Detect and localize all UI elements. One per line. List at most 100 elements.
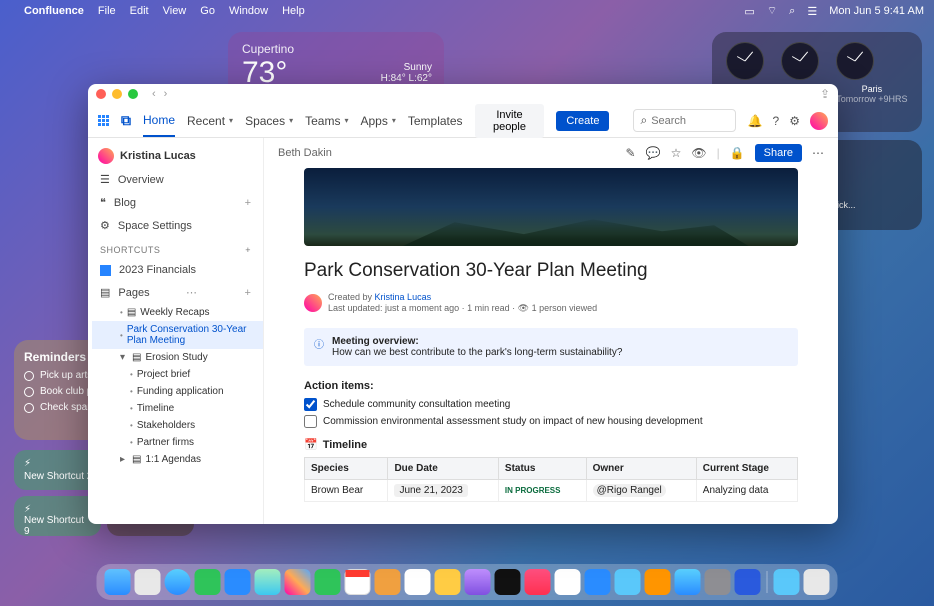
appstore-misc-icon[interactable] — [585, 569, 611, 595]
news-icon[interactable] — [555, 569, 581, 595]
reminder-circle-icon[interactable] — [24, 371, 34, 381]
forward-button[interactable]: › — [164, 88, 168, 100]
nav-home[interactable]: Home — [143, 113, 175, 137]
tree-item[interactable]: •Funding application — [92, 383, 263, 400]
tree-item-selected[interactable]: •Park Conservation 30-Year Plan Meeting — [92, 321, 263, 349]
checkbox[interactable] — [304, 415, 317, 428]
app-switcher-icon[interactable] — [98, 115, 109, 126]
sidebar-shortcut-item[interactable]: 2023 Financials — [88, 259, 263, 281]
th-due: Due Date — [388, 458, 498, 480]
help-icon[interactable]: ? — [773, 114, 780, 128]
sidebar-pages-header[interactable]: ▤Pages⋯ + — [88, 281, 263, 304]
settings-gear-icon[interactable]: ⚙ — [789, 114, 800, 128]
reminder-circle-icon[interactable] — [24, 403, 34, 413]
search-box[interactable]: ⌕ — [633, 109, 735, 132]
tree-item[interactable]: ▸▤1:1 Agendas — [92, 451, 263, 468]
action-item[interactable]: Commission environmental assessment stud… — [304, 415, 798, 428]
date-pill[interactable]: June 21, 2023 — [394, 484, 467, 497]
keynote-icon[interactable] — [645, 569, 671, 595]
menubar-window[interactable]: Window — [229, 5, 268, 17]
trash-icon[interactable] — [804, 569, 830, 595]
notes-icon[interactable] — [435, 569, 461, 595]
edit-icon[interactable]: ✎ — [626, 146, 636, 160]
menubar-edit[interactable]: Edit — [130, 5, 149, 17]
more-icon[interactable]: ⋯ — [186, 286, 197, 299]
notifications-icon[interactable]: 🔔 — [748, 114, 763, 128]
downloads-icon[interactable] — [774, 569, 800, 595]
menubar-app-name[interactable]: Confluence — [24, 5, 84, 17]
sidebar-space-settings[interactable]: ⚙Space Settings — [88, 214, 263, 237]
music-icon[interactable] — [525, 569, 551, 595]
system-settings-icon[interactable] — [705, 569, 731, 595]
menubar-help[interactable]: Help — [282, 5, 305, 17]
tree-item[interactable]: •Partner firms — [92, 434, 263, 451]
reminder-circle-icon[interactable] — [24, 387, 34, 397]
finder-icon[interactable] — [105, 569, 131, 595]
collapse-icon[interactable]: ▾ — [120, 352, 128, 363]
profile-avatar[interactable] — [810, 112, 828, 130]
reminders-icon[interactable] — [405, 569, 431, 595]
add-icon[interactable]: + — [245, 197, 251, 209]
wifi-icon[interactable]: ⌔ — [767, 4, 777, 18]
tree-item[interactable]: •Project brief — [92, 366, 263, 383]
comment-icon[interactable]: 💬 — [646, 146, 661, 160]
app-icon[interactable] — [735, 569, 761, 595]
maps-icon[interactable] — [255, 569, 281, 595]
more-actions-icon[interactable]: ⋯ — [812, 146, 824, 160]
maximize-window-button[interactable] — [128, 89, 138, 99]
nav-recent[interactable]: Recent — [187, 114, 233, 128]
share-button[interactable]: Share — [755, 144, 802, 162]
contacts-icon[interactable] — [375, 569, 401, 595]
mail-icon[interactable] — [225, 569, 251, 595]
sidebar-blog[interactable]: ❝Blog+ — [88, 191, 263, 214]
user-mention[interactable]: @Rigo Rangel — [593, 484, 666, 497]
watch-icon[interactable]: 👁 — [691, 146, 706, 160]
sidebar-space-name[interactable]: Kristina Lucas — [88, 144, 263, 168]
menubar-go[interactable]: Go — [200, 5, 215, 17]
minimize-window-button[interactable] — [112, 89, 122, 99]
photos-icon[interactable] — [285, 569, 311, 595]
nav-templates[interactable]: Templates — [408, 114, 463, 128]
action-item[interactable]: Schedule community consultation meeting — [304, 398, 798, 411]
back-button[interactable]: ‹ — [152, 88, 156, 100]
nav-spaces[interactable]: Spaces — [245, 114, 293, 128]
facetime-icon[interactable] — [315, 569, 341, 595]
safari-icon[interactable] — [165, 569, 191, 595]
author-avatar-icon[interactable] — [304, 294, 322, 312]
close-window-button[interactable] — [96, 89, 106, 99]
search-icon[interactable]: ⌕ — [789, 5, 795, 18]
menubar-clock[interactable]: Mon Jun 5 9:41 AM — [829, 5, 924, 17]
add-shortcut-icon[interactable]: + — [245, 245, 251, 255]
tree-item[interactable]: •▤Weekly Recaps — [92, 304, 263, 321]
star-icon[interactable]: ☆ — [671, 146, 682, 160]
sidebar-overview[interactable]: ☰Overview — [88, 168, 263, 191]
tree-item[interactable]: •Timeline — [92, 400, 263, 417]
macos-share-icon[interactable]: ⇪ — [820, 87, 830, 101]
search-input[interactable] — [651, 115, 728, 127]
menubar-file[interactable]: File — [98, 5, 116, 17]
menubar-view[interactable]: View — [163, 5, 187, 17]
breadcrumb[interactable]: Beth Dakin — [278, 147, 332, 159]
freeform-icon[interactable] — [465, 569, 491, 595]
expand-icon[interactable]: ▸ — [120, 454, 128, 465]
control-center-icon[interactable]: ☰ — [807, 5, 817, 18]
appletv-icon[interactable] — [495, 569, 521, 595]
numbers-icon[interactable] — [615, 569, 641, 595]
battery-icon[interactable]: ▭ — [744, 5, 754, 18]
table-row[interactable]: Brown Bear June 21, 2023 IN PROGRESS @Ri… — [305, 480, 798, 502]
messages-icon[interactable] — [195, 569, 221, 595]
confluence-logo-icon[interactable]: ⧉ — [121, 112, 131, 129]
nav-teams[interactable]: Teams — [305, 114, 348, 128]
add-page-icon[interactable]: + — [245, 287, 251, 299]
nav-apps[interactable]: Apps — [360, 114, 395, 128]
checkbox[interactable] — [304, 398, 317, 411]
author-link[interactable]: Kristina Lucas — [375, 292, 432, 302]
appstore-icon[interactable] — [675, 569, 701, 595]
lock-icon[interactable]: 🔒 — [730, 146, 745, 160]
calendar-icon[interactable] — [345, 569, 371, 595]
tree-item[interactable]: ▾▤Erosion Study — [92, 349, 263, 366]
invite-people-button[interactable]: Invite people — [475, 104, 545, 138]
tree-item[interactable]: •Stakeholders — [92, 417, 263, 434]
create-button[interactable]: Create — [556, 111, 609, 131]
launchpad-icon[interactable] — [135, 569, 161, 595]
